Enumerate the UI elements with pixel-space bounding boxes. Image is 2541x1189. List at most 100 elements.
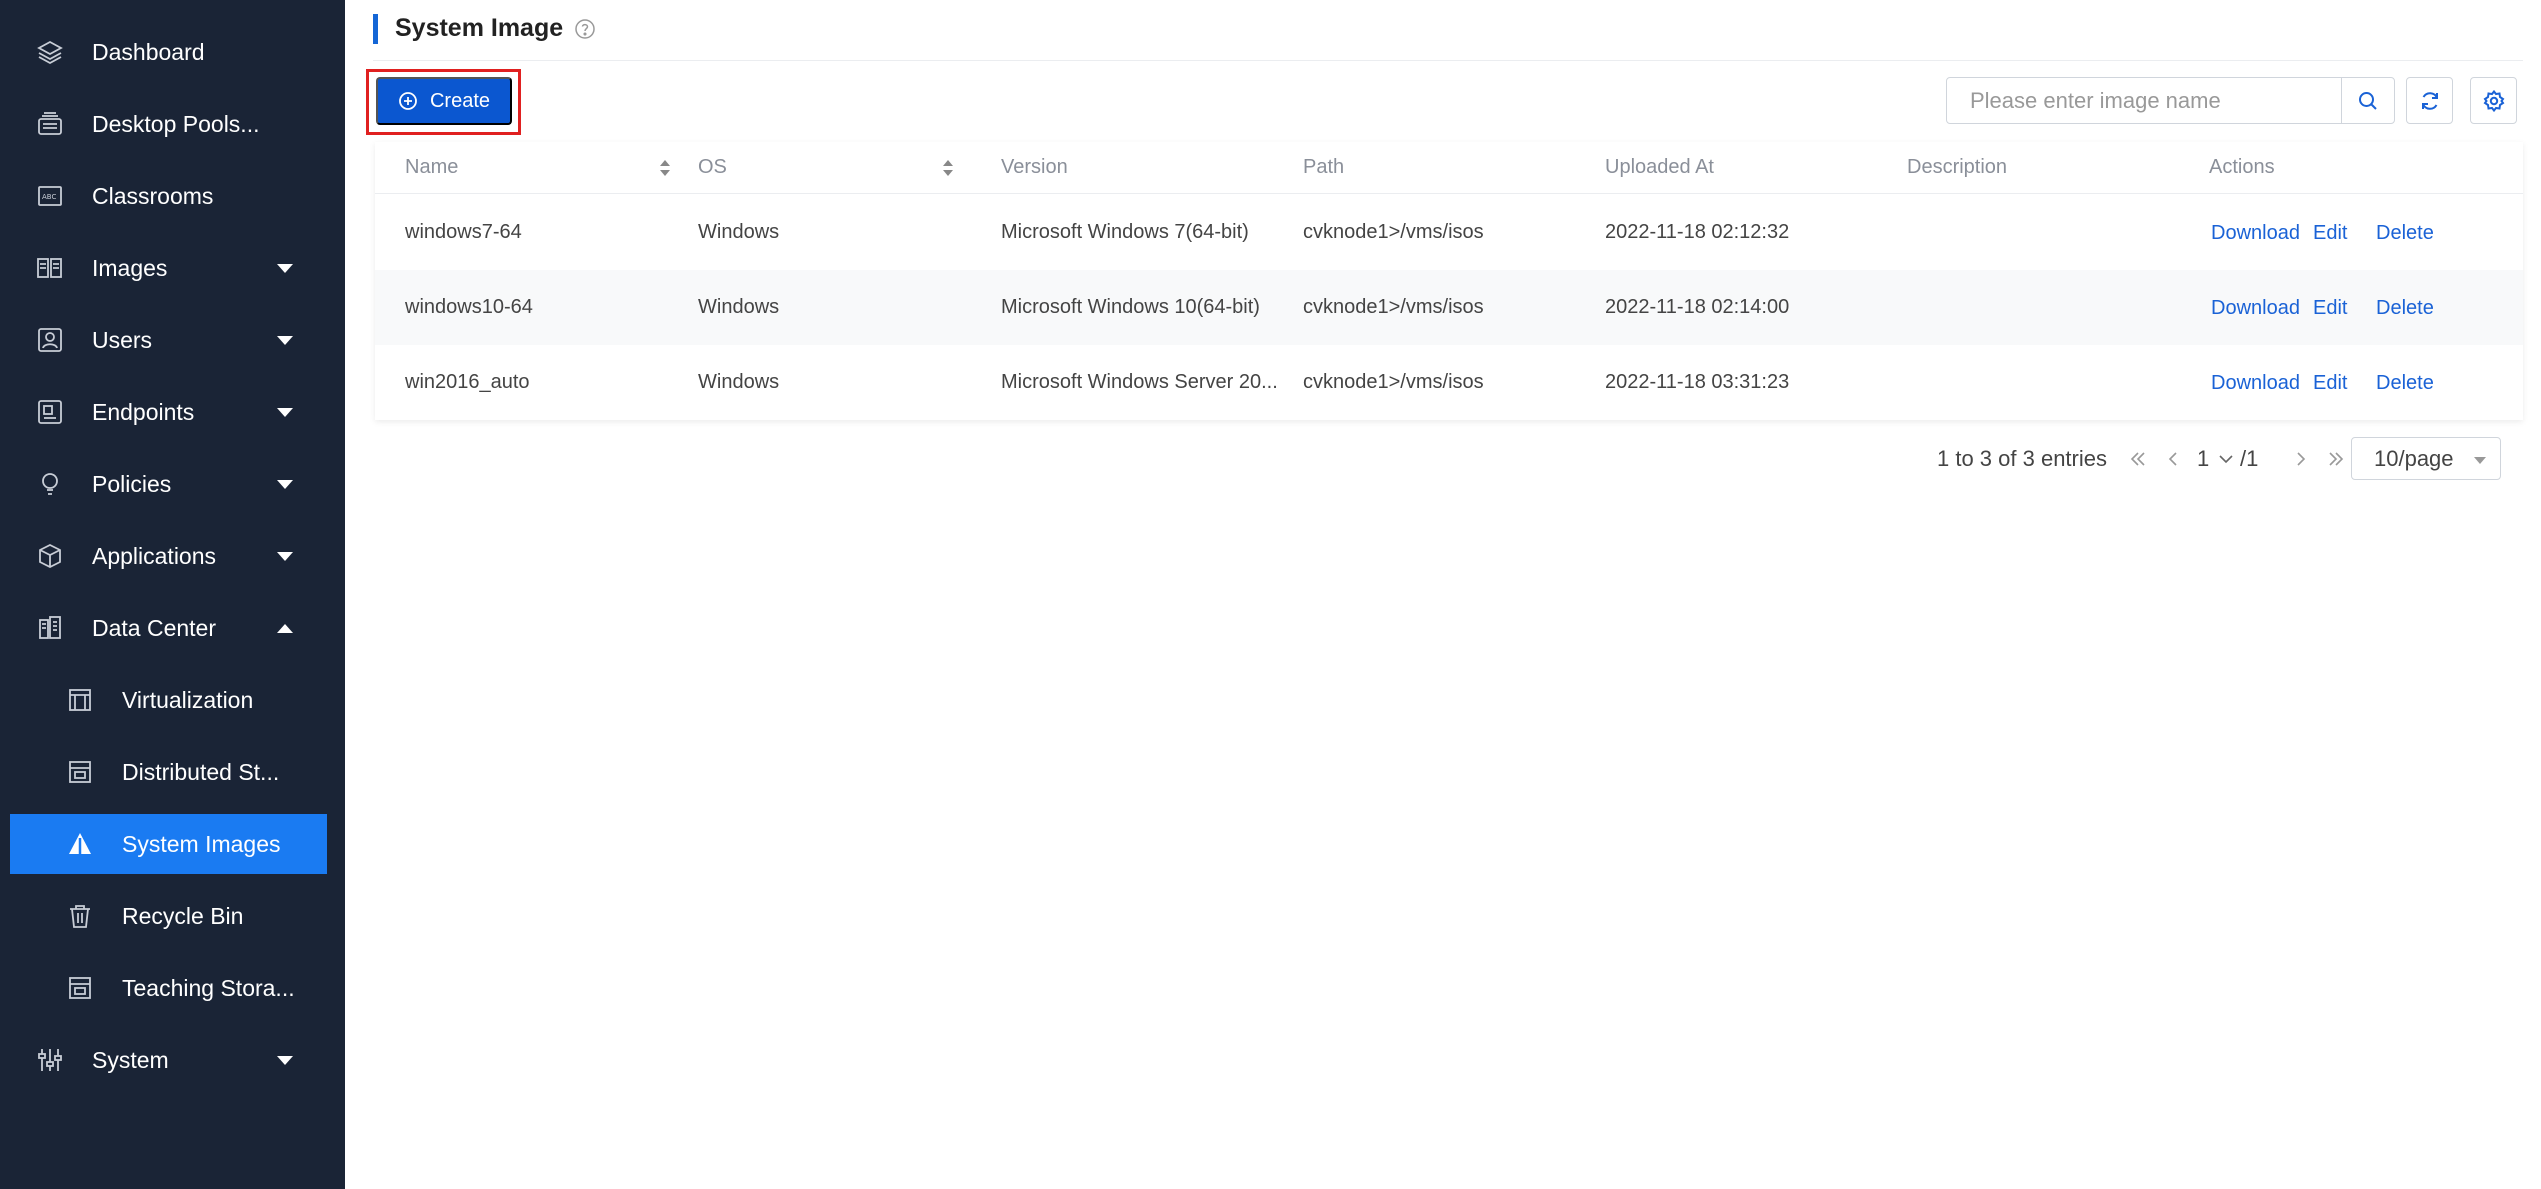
pagination-summary: 1 to 3 of 3 entries <box>1937 446 2107 471</box>
current-page-select[interactable]: 1 <box>2197 446 2209 472</box>
edit-link[interactable]: Edit <box>2313 222 2347 245</box>
sidebar-item-classrooms[interactable]: ABC Classrooms <box>10 166 327 226</box>
cell-uploaded-at: 2022-11-18 02:12:32 <box>1605 221 1790 243</box>
cell-uploaded-at: 2022-11-18 03:31:23 <box>1605 371 1790 393</box>
help-icon[interactable] <box>573 17 597 41</box>
total-pages: /1 <box>2240 446 2259 471</box>
storage-icon <box>66 758 94 786</box>
sidebar-item-label: Policies <box>92 470 172 497</box>
cell-path: cvknode1>/vms/isos <box>1303 296 1484 318</box>
delete-link[interactable]: Delete <box>2376 372 2434 395</box>
images-icon <box>36 254 64 282</box>
chevron-up-icon <box>277 624 293 633</box>
prev-page-icon[interactable] <box>2162 448 2184 470</box>
sidebar-item-dashboard[interactable]: Dashboard <box>10 22 327 82</box>
sidebar-item-virtualization[interactable]: Virtualization <box>10 670 327 730</box>
download-link[interactable]: Download <box>2211 297 2300 320</box>
chevron-down-icon <box>277 480 293 489</box>
sidebar-item-label: Desktop Pools... <box>92 110 260 137</box>
sidebar-item-label: System <box>92 1046 169 1073</box>
sort-icon[interactable] <box>658 158 672 178</box>
column-header-version: Version <box>1001 156 1068 178</box>
settings-button[interactable] <box>2470 77 2517 124</box>
title-accent-bar <box>373 14 378 44</box>
classroom-icon: ABC <box>36 182 64 210</box>
sidebar-item-label: Virtualization <box>122 686 254 713</box>
page-size-select[interactable]: 10/page <box>2351 437 2501 480</box>
page-title: System Image <box>395 14 564 42</box>
sidebar-item-teaching-storage[interactable]: Teaching Stora... <box>10 958 327 1018</box>
sidebar-item-label: Applications <box>92 542 217 569</box>
sidebar-item-label: Images <box>92 254 168 281</box>
trash-icon <box>66 902 94 930</box>
cell-os: Windows <box>698 296 780 318</box>
download-link[interactable]: Download <box>2211 372 2300 395</box>
column-header-uploaded-at: Uploaded At <box>1605 156 1714 178</box>
delete-link[interactable]: Delete <box>2376 297 2434 320</box>
sidebar-item-label: Recycle Bin <box>122 902 244 929</box>
sidebar-item-label: Users <box>92 326 153 353</box>
column-header-actions: Actions <box>2209 156 2275 178</box>
delete-link[interactable]: Delete <box>2376 222 2434 245</box>
next-page-icon[interactable] <box>2290 448 2312 470</box>
sidebar-item-distributed-storage[interactable]: Distributed St... <box>10 742 327 802</box>
storage-icon <box>66 974 94 1002</box>
edit-link[interactable]: Edit <box>2313 297 2347 320</box>
cell-path: cvknode1>/vms/isos <box>1303 371 1484 393</box>
table-row: win2016_auto Windows Microsoft Windows S… <box>375 345 2523 420</box>
divider <box>373 60 2523 61</box>
sidebar-item-endpoints[interactable]: Endpoints <box>10 382 327 442</box>
cell-name: windows10-64 <box>405 296 533 318</box>
images-table: Name OS Version Path Uploaded At Descrip… <box>375 142 2523 420</box>
sidebar-item-applications[interactable]: Applications <box>10 526 327 586</box>
download-link[interactable]: Download <box>2211 222 2300 245</box>
sidebar-item-images[interactable]: Images <box>10 238 327 298</box>
column-header-os[interactable]: OS <box>698 156 727 179</box>
last-page-icon[interactable] <box>2325 448 2347 470</box>
column-header-name[interactable]: Name <box>405 156 458 179</box>
edit-link[interactable]: Edit <box>2313 372 2347 395</box>
gear-icon <box>2483 89 2504 112</box>
sidebar-item-system-images[interactable]: System Images <box>10 814 327 874</box>
building-icon <box>36 614 64 642</box>
search-input[interactable] <box>1970 87 2341 114</box>
search-button[interactable] <box>2341 77 2395 124</box>
sidebar-item-desktop-pools[interactable]: Desktop Pools... <box>10 94 327 154</box>
table-row: windows7-64 Windows Microsoft Windows 7(… <box>375 195 2523 270</box>
sidebar: Dashboard Desktop Pools... ABC Classroom… <box>0 0 345 1189</box>
create-button-label: Create <box>429 89 491 112</box>
chevron-down-icon[interactable] <box>2215 448 2237 470</box>
sort-icon[interactable] <box>941 158 955 178</box>
sliders-icon <box>36 1046 64 1074</box>
search-box <box>1946 77 2342 124</box>
first-page-icon[interactable] <box>2127 448 2149 470</box>
chevron-down-icon <box>277 264 293 273</box>
search-icon <box>2359 91 2377 110</box>
sidebar-item-label: Data Center <box>92 614 217 641</box>
sidebar-item-system[interactable]: System <box>10 1030 327 1090</box>
sidebar-item-label: Dashboard <box>92 38 205 65</box>
desktop-pool-icon <box>36 110 64 138</box>
cell-os: Windows <box>698 221 780 243</box>
cell-version: Microsoft Windows 7(64-bit) <box>1001 221 1249 243</box>
sidebar-item-policies[interactable]: Policies <box>10 454 327 514</box>
chevron-down-icon <box>277 336 293 345</box>
user-icon <box>36 326 64 354</box>
refresh-icon <box>2421 91 2438 110</box>
cell-uploaded-at: 2022-11-18 02:14:00 <box>1605 296 1790 318</box>
warning-triangle-icon <box>66 830 94 858</box>
cell-os: Windows <box>698 371 780 393</box>
sidebar-item-data-center[interactable]: Data Center <box>10 598 327 658</box>
svg-text:ABC: ABC <box>42 193 56 201</box>
chevron-down-icon <box>277 552 293 561</box>
refresh-button[interactable] <box>2406 77 2453 124</box>
create-button[interactable]: Create <box>376 77 512 125</box>
cell-path: cvknode1>/vms/isos <box>1303 221 1484 243</box>
sidebar-item-users[interactable]: Users <box>10 310 327 370</box>
chevron-down-icon <box>277 1056 293 1065</box>
cell-version: Microsoft Windows Server 20... <box>1001 371 1278 393</box>
server-icon <box>66 686 94 714</box>
chevron-down-icon <box>277 408 293 417</box>
sidebar-item-recycle-bin[interactable]: Recycle Bin <box>10 886 327 946</box>
layers-icon <box>36 38 64 66</box>
